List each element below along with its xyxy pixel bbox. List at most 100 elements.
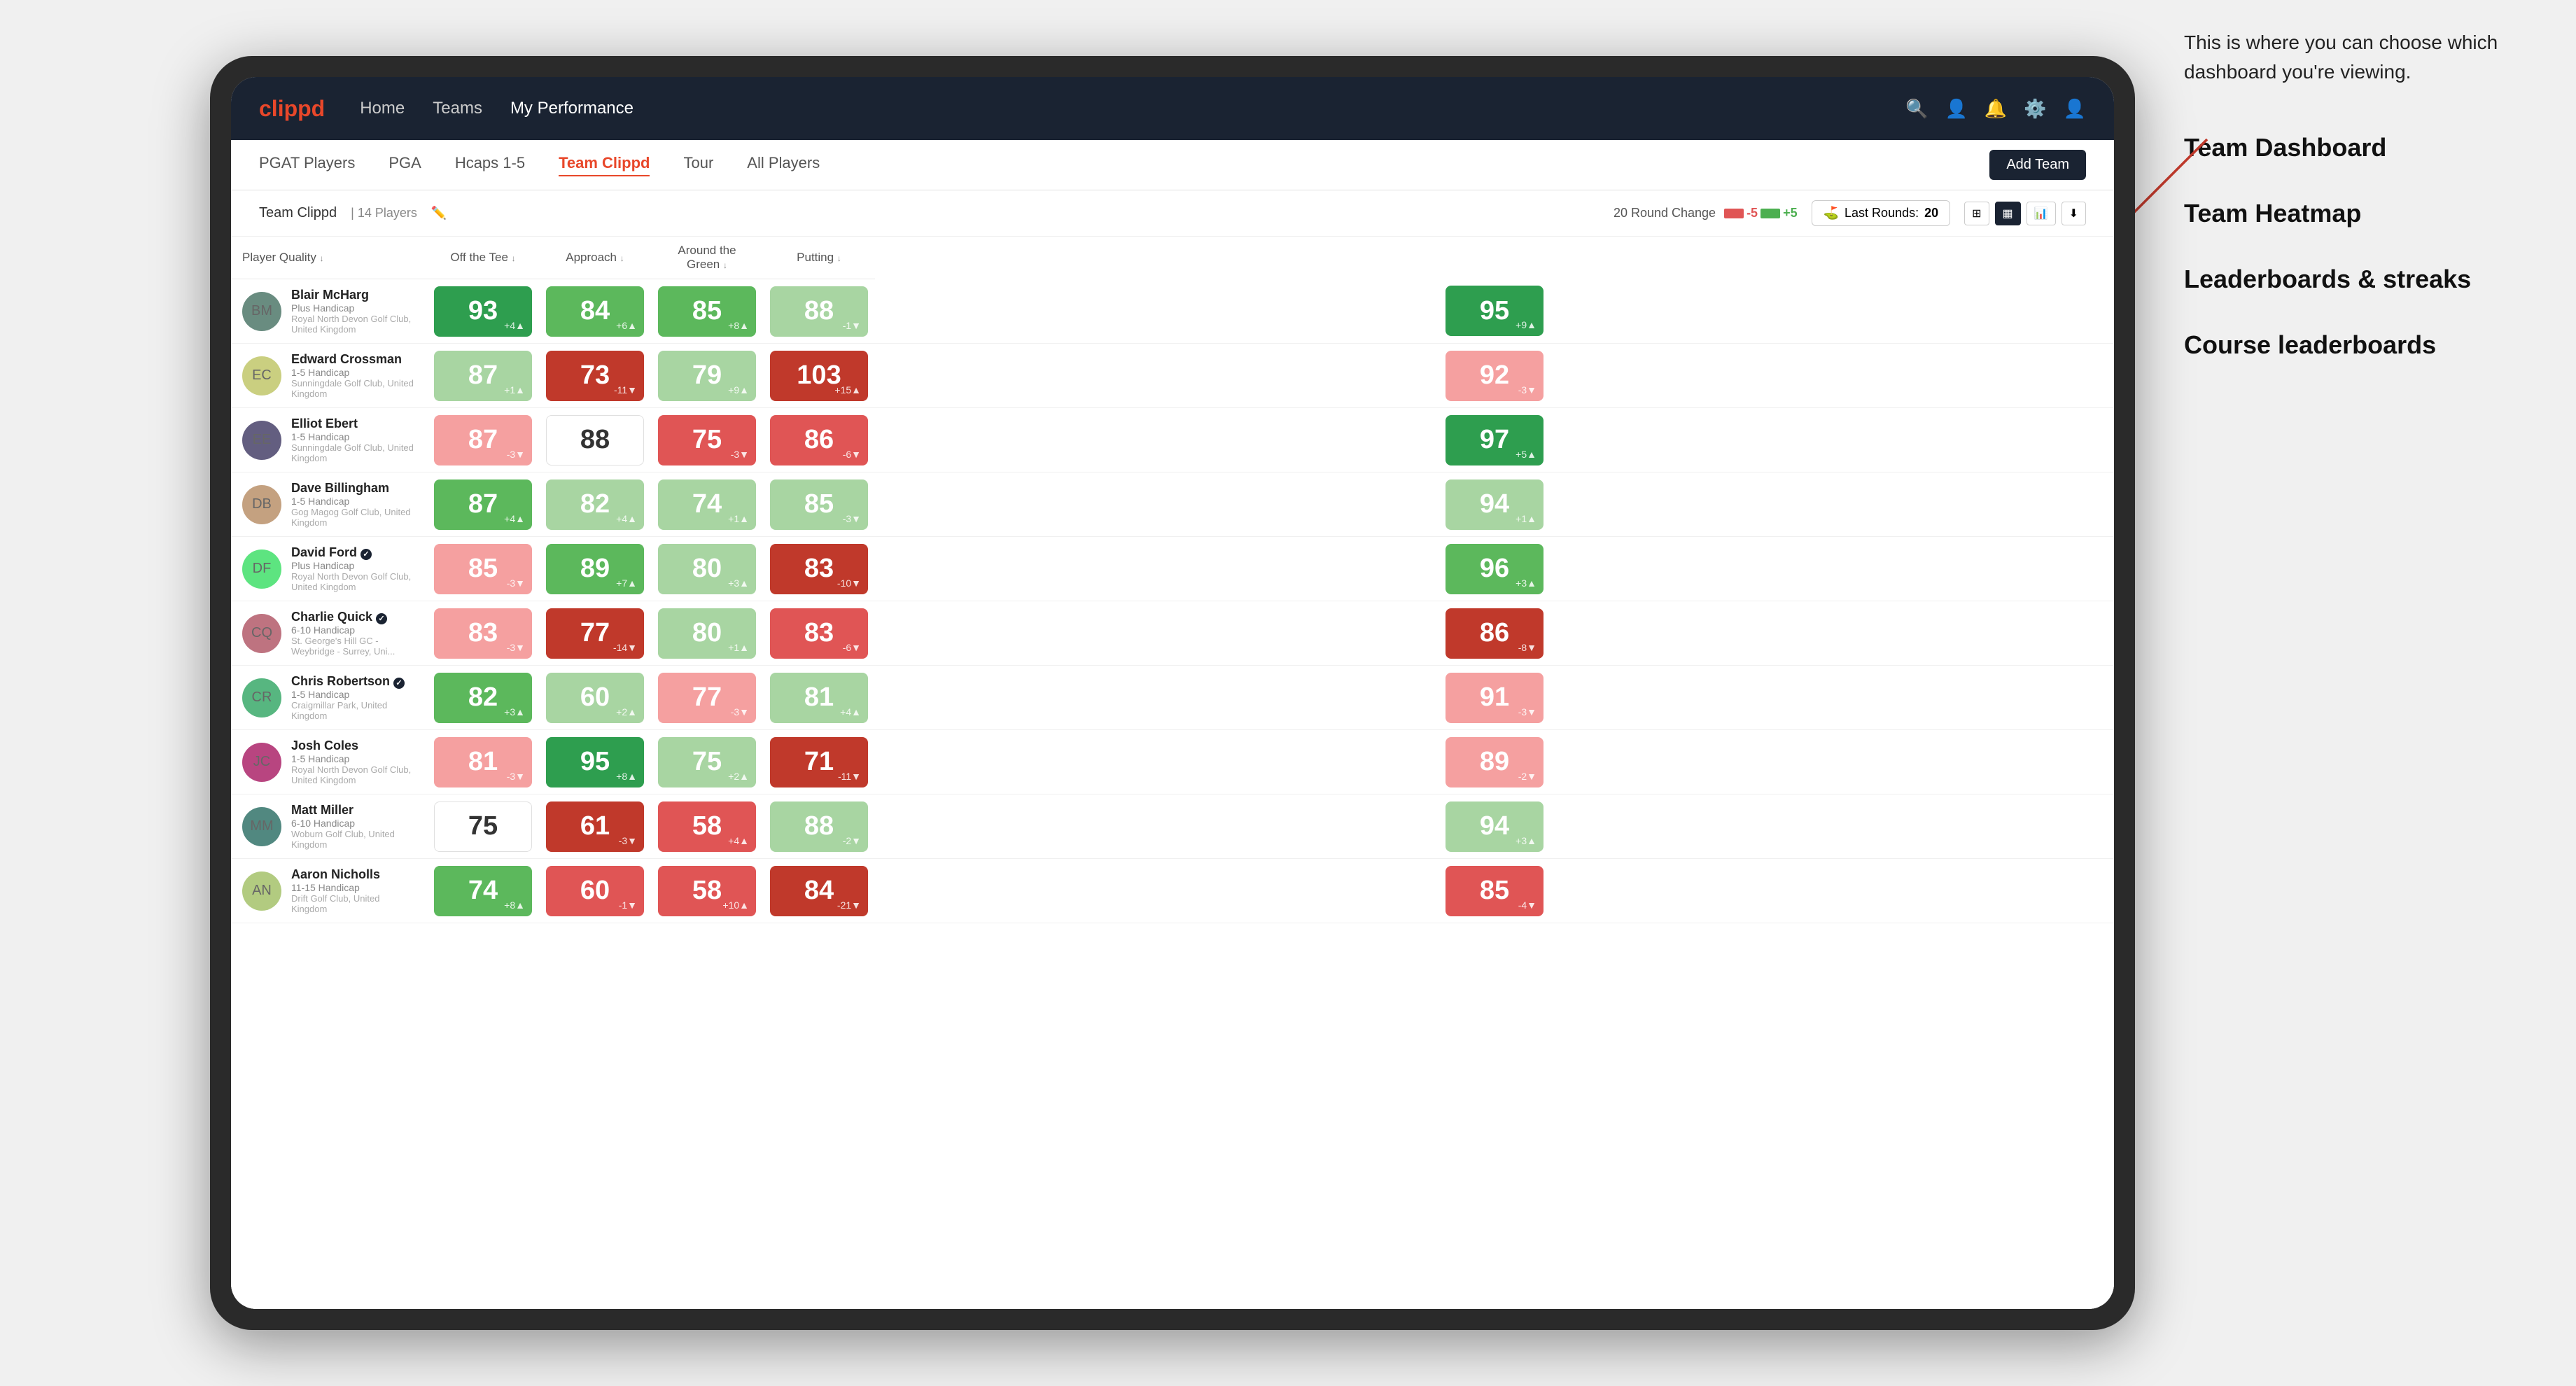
- flag-icon: ⛳: [1823, 206, 1839, 220]
- score-box: 85 -3▼: [770, 479, 868, 530]
- score-value: 82: [468, 682, 498, 713]
- navbar: clippd Home Teams My Performance 🔍 👤 🔔 ⚙…: [231, 77, 2114, 140]
- table-row[interactable]: DF David Ford ✓ Plus Handicap Royal Nort…: [231, 537, 2114, 601]
- subnav-hcaps[interactable]: Hcaps 1-5: [455, 154, 525, 176]
- subnav-pga[interactable]: PGA: [388, 154, 421, 176]
- score-box: 95 +8▲: [546, 737, 644, 788]
- score-cell-8-0: 75: [427, 794, 539, 859]
- score-box: 89 -2▼: [1446, 737, 1544, 788]
- player-handicap: 1-5 Handicap: [291, 367, 416, 378]
- last-rounds-button[interactable]: ⛳ Last Rounds: 20: [1812, 200, 1951, 226]
- view-download-button[interactable]: ⬇: [2062, 202, 2086, 225]
- player-cell-4: DF David Ford ✓ Plus Handicap Royal Nort…: [231, 537, 427, 601]
- player-cell-2: EE Elliot Ebert 1-5 Handicap Sunningdale…: [231, 408, 427, 472]
- player-handicap: 1-5 Handicap: [291, 496, 416, 507]
- score-value: 97: [1480, 425, 1509, 455]
- nav-link-myperformance[interactable]: My Performance: [510, 96, 634, 121]
- player-name: Dave Billingham: [291, 481, 416, 496]
- score-change: -1▼: [619, 899, 637, 911]
- sort-arrow-offtee[interactable]: ↓: [512, 253, 516, 263]
- score-value: 88: [804, 296, 834, 326]
- score-change: +3▲: [504, 706, 525, 718]
- change-bar: -5 +5: [1724, 206, 1798, 220]
- score-change: -3▼: [507, 771, 525, 782]
- annotation-intro: This is where you can choose which dashb…: [2184, 28, 2520, 87]
- nav-link-home[interactable]: Home: [360, 96, 405, 121]
- table-row[interactable]: JC Josh Coles 1-5 Handicap Royal North D…: [231, 730, 2114, 794]
- edit-icon[interactable]: ✏️: [431, 206, 447, 220]
- score-cell-5-3: 83 -6▼: [763, 601, 875, 666]
- avatar: EC: [242, 356, 281, 396]
- score-change: -3▼: [1518, 706, 1536, 718]
- search-icon[interactable]: 🔍: [1905, 98, 1928, 120]
- table-row[interactable]: EE Elliot Ebert 1-5 Handicap Sunningdale…: [231, 408, 2114, 472]
- score-value: 94: [1480, 489, 1509, 519]
- sort-arrow-approach[interactable]: ↓: [620, 253, 624, 263]
- score-change: +4▲: [504, 513, 525, 524]
- table-row[interactable]: DB Dave Billingham 1-5 Handicap Gog Mago…: [231, 472, 2114, 537]
- score-cell-9-1: 60 -1▼: [539, 859, 651, 923]
- player-name: Josh Coles: [291, 738, 416, 753]
- score-cell-5-0: 83 -3▼: [427, 601, 539, 666]
- add-team-button[interactable]: Add Team: [1989, 150, 2086, 180]
- score-value: 85: [692, 296, 722, 326]
- score-value: 83: [804, 554, 834, 584]
- score-change: +8▲: [616, 771, 637, 782]
- subnav-teamclippd[interactable]: Team Clippd: [559, 154, 650, 176]
- bar-red: [1724, 209, 1744, 218]
- score-cell-7-2: 75 +2▲: [651, 730, 763, 794]
- score-change: -1▼: [843, 320, 861, 331]
- table-row[interactable]: CR Chris Robertson ✓ 1-5 Handicap Craigm…: [231, 666, 2114, 730]
- score-cell-7-1: 95 +8▲: [539, 730, 651, 794]
- table-header-row: Player Quality ↓ Off the Tee ↓ Approach …: [231, 237, 2114, 279]
- sort-arrow-player[interactable]: ↓: [320, 253, 324, 263]
- score-box: 87 +1▲: [434, 351, 532, 401]
- bell-icon[interactable]: 🔔: [1984, 98, 2007, 120]
- score-change: -3▼: [507, 449, 525, 460]
- settings-icon[interactable]: ⚙️: [2024, 98, 2046, 120]
- score-value: 81: [804, 682, 834, 713]
- player-name: Chris Robertson ✓: [291, 674, 416, 689]
- player-club: Gog Magog Golf Club, United Kingdom: [291, 507, 416, 528]
- change-pos: +5: [1783, 206, 1798, 220]
- avatar: BM: [242, 292, 281, 331]
- sort-arrow-putting[interactable]: ↓: [837, 253, 841, 263]
- sort-arrow-aroundgreen[interactable]: ↓: [723, 260, 727, 270]
- table-row[interactable]: CQ Charlie Quick ✓ 6-10 Handicap St. Geo…: [231, 601, 2114, 666]
- score-change: -8▼: [1518, 642, 1536, 653]
- score-box: 75 +2▲: [658, 737, 756, 788]
- score-change: +6▲: [616, 320, 637, 331]
- team-name: Team Clippd: [259, 205, 337, 221]
- view-grid-button[interactable]: ⊞: [1964, 202, 1989, 225]
- score-box: 86 -8▼: [1446, 608, 1544, 659]
- player-club: Drift Golf Club, United Kingdom: [291, 893, 416, 914]
- player-cell-6: CR Chris Robertson ✓ 1-5 Handicap Craigm…: [231, 666, 427, 730]
- score-change: +3▲: [728, 578, 749, 589]
- annotation-item-1: Team Dashboard: [2184, 129, 2520, 167]
- avatar-icon[interactable]: 👤: [2064, 98, 2086, 120]
- score-box: 83 -3▼: [434, 608, 532, 659]
- subnav-pgat[interactable]: PGAT Players: [259, 154, 355, 176]
- score-box: 79 +9▲: [658, 351, 756, 401]
- player-handicap: 1-5 Handicap: [291, 689, 416, 700]
- score-cell-0-4: 95 +9▲: [875, 279, 2114, 344]
- score-cell-3-2: 74 +1▲: [651, 472, 763, 537]
- nav-link-teams[interactable]: Teams: [433, 96, 482, 121]
- table-row[interactable]: EC Edward Crossman 1-5 Handicap Sunningd…: [231, 344, 2114, 408]
- view-chart-button[interactable]: 📊: [2026, 202, 2056, 225]
- subnav-allplayers[interactable]: All Players: [747, 154, 820, 176]
- score-box: 75 -3▼: [658, 415, 756, 465]
- table-row[interactable]: MM Matt Miller 6-10 Handicap Woburn Golf…: [231, 794, 2114, 859]
- table-row[interactable]: BM Blair McHarg Plus Handicap Royal Nort…: [231, 279, 2114, 344]
- subnav-tour[interactable]: Tour: [683, 154, 713, 176]
- table-row[interactable]: AN Aaron Nicholls 11-15 Handicap Drift G…: [231, 859, 2114, 923]
- score-box: 92 -3▼: [1446, 351, 1544, 401]
- view-heatmap-button[interactable]: ▦: [1995, 202, 2021, 225]
- player-cell-7: JC Josh Coles 1-5 Handicap Royal North D…: [231, 730, 427, 794]
- score-value: 88: [804, 811, 834, 841]
- score-cell-6-0: 82 +3▲: [427, 666, 539, 730]
- col-header-approach: Approach ↓: [539, 237, 651, 279]
- score-change: -6▼: [843, 449, 861, 460]
- user-icon[interactable]: 👤: [1945, 98, 1968, 120]
- score-box: 58 +4▲: [658, 802, 756, 852]
